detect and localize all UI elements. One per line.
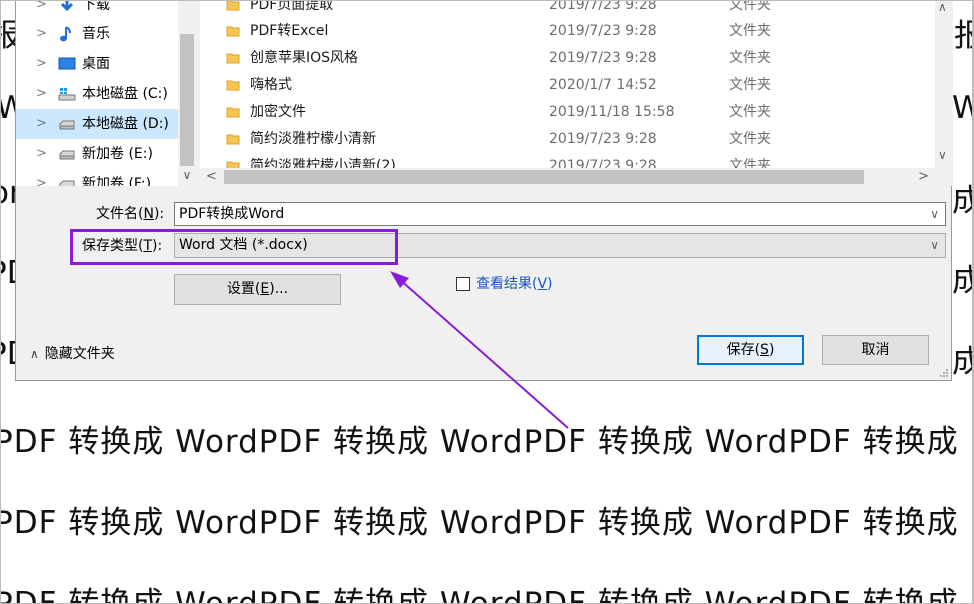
chevron-up-icon[interactable]: ∧ — [938, 0, 947, 14]
chevron-right-icon[interactable]: > — [36, 109, 47, 139]
file-date: 2019/7/23 9:28 — [549, 131, 657, 147]
file-name: 创意苹果IOS风格 — [250, 50, 359, 66]
nav-scrollbar-thumb[interactable] — [180, 34, 194, 166]
chevron-down-icon[interactable]: ∨ — [930, 234, 939, 257]
file-list-horizontal-scrollbar[interactable]: < > — [200, 168, 953, 186]
list-item[interactable]: 加密文件 2019/11/18 15:58 文件夹 — [200, 99, 930, 126]
bg-text-line: PDF 转换成 WordPDF 转换成 WordPDF 转换成 WordPDF … — [0, 424, 959, 460]
list-item[interactable]: PDF页面提取 2019/7/23 9:28 文件夹 — [200, 0, 930, 19]
system-drive-icon — [58, 88, 76, 101]
file-date: 2019/7/23 9:28 — [549, 0, 657, 13]
drive-icon — [59, 180, 75, 186]
file-name: 加密文件 — [250, 104, 306, 120]
file-name: 简约淡雅柠檬小清新 — [250, 131, 376, 147]
bg-fragment: W — [952, 90, 974, 126]
bg-fragment: 成 — [952, 183, 974, 219]
drive-icon — [59, 150, 75, 160]
nav-item-label: 下载 — [82, 0, 110, 13]
desktop-icon — [58, 57, 76, 70]
drive-icon — [59, 120, 75, 130]
chevron-down-icon[interactable]: ∨ — [930, 203, 939, 225]
nav-item-drive-e[interactable]: > 新加卷 (E:) — [16, 139, 178, 169]
nav-item-drive-c[interactable]: > 本地磁盘 (C:) — [16, 79, 178, 109]
download-icon — [60, 0, 74, 12]
nav-item-label: 音乐 — [82, 26, 110, 42]
list-item[interactable]: 创意苹果IOS风格 2019/7/23 9:28 文件夹 — [200, 45, 930, 72]
file-name: PDF页面提取 — [250, 0, 334, 13]
nav-item-label: 新加卷 (F:) — [82, 176, 152, 186]
settings-button[interactable]: 设置(E)... — [174, 274, 341, 305]
nav-item-label: 桌面 — [82, 56, 110, 72]
bg-fragment: 成 — [952, 344, 974, 380]
view-result-label[interactable]: 查看结果(V) — [476, 274, 553, 294]
file-name: 嗨格式 — [250, 77, 292, 93]
folder-icon — [226, 53, 240, 64]
music-icon — [60, 26, 71, 42]
nav-scrollbar[interactable]: ∨ — [178, 0, 196, 186]
bg-text-line: PDF 转换成 WordPDF 转换成 WordPDF 转换成 WordPDF … — [0, 586, 959, 604]
filename-value: PDF转换成Word — [179, 206, 285, 222]
folder-icon — [226, 107, 240, 118]
file-date: 2020/1/7 14:52 — [549, 77, 657, 93]
chevron-left-icon[interactable]: < — [206, 169, 217, 184]
list-item[interactable]: PDF转Excel 2019/7/23 9:28 文件夹 — [200, 18, 930, 45]
nav-item-downloads[interactable]: > 下载 — [16, 0, 178, 20]
file-type: 文件夹 — [729, 104, 771, 120]
folder-icon — [226, 80, 240, 91]
folder-icon — [226, 0, 240, 11]
file-list-pane: PDF页面提取 2019/7/23 9:28 文件夹 PDF转Excel 201… — [200, 0, 953, 186]
file-type: 文件夹 — [729, 23, 771, 39]
nav-item-desktop[interactable]: > 桌面 — [16, 49, 178, 79]
save-as-dialog: > 下载 > 音乐 > 桌面 > 本地磁盘 (C:) > 本地磁盘 (D:) >… — [15, 0, 953, 381]
file-type: 文件夹 — [729, 131, 771, 147]
navigation-pane: > 下载 > 音乐 > 桌面 > 本地磁盘 (C:) > 本地磁盘 (D:) >… — [16, 0, 196, 186]
chevron-up-icon: ∧ — [30, 347, 39, 361]
chevron-down-icon[interactable]: ∨ — [938, 148, 947, 162]
nav-item-drive-f[interactable]: > 新加卷 (F:) — [16, 169, 178, 186]
hide-folders-toggle[interactable]: ∧ 隐藏文件夹 — [30, 344, 115, 364]
folder-icon — [226, 26, 240, 37]
file-date: 2019/11/18 15:58 — [549, 104, 675, 120]
chevron-right-icon[interactable]: > — [36, 79, 47, 109]
bg-text-line: PDF 转换成 WordPDF 转换成 WordPDF 转换成 WordPDF … — [0, 505, 959, 541]
chevron-right-icon[interactable]: > — [918, 169, 929, 184]
file-date: 2019/7/23 9:28 — [549, 23, 657, 39]
file-list-vertical-scrollbar[interactable]: ∧ ∨ — [935, 0, 953, 168]
file-type: 文件夹 — [729, 0, 771, 13]
file-date: 2019/7/23 9:28 — [549, 50, 657, 66]
file-type: 文件夹 — [729, 50, 771, 66]
bg-fragment: 报 — [954, 18, 974, 54]
annotation-highlight-box — [70, 229, 398, 265]
nav-item-music[interactable]: > 音乐 — [16, 19, 178, 49]
filename-input[interactable]: PDF转换成Word ∨ — [174, 202, 946, 226]
list-item[interactable]: 嗨格式 2020/1/7 14:52 文件夹 — [200, 72, 930, 99]
file-name: PDF转Excel — [250, 23, 329, 39]
nav-item-label: 本地磁盘 (D:) — [82, 116, 169, 132]
list-item[interactable]: 简约淡雅柠檬小清新 2019/7/23 9:28 文件夹 — [200, 126, 930, 153]
bg-fragment: 成 — [952, 263, 974, 299]
nav-item-drive-d[interactable]: > 本地磁盘 (D:) — [16, 109, 178, 139]
chevron-right-icon[interactable]: > — [36, 49, 47, 79]
hide-folders-label: 隐藏文件夹 — [44, 346, 115, 362]
cancel-button[interactable]: 取消 — [822, 335, 929, 365]
chevron-right-icon[interactable]: > — [36, 0, 47, 20]
view-result-checkbox[interactable] — [456, 277, 470, 291]
file-type: 文件夹 — [729, 77, 771, 93]
chevron-right-icon[interactable]: > — [36, 19, 47, 49]
resize-grip-icon[interactable] — [939, 368, 949, 378]
save-button[interactable]: 保存(S) — [697, 335, 804, 365]
folder-icon — [226, 134, 240, 145]
nav-item-label: 新加卷 (E:) — [82, 146, 153, 162]
filename-label: 文件名(N): — [96, 206, 165, 222]
chevron-right-icon[interactable]: > — [36, 169, 47, 186]
chevron-down-icon[interactable]: ∨ — [181, 168, 193, 182]
chevron-right-icon[interactable]: > — [36, 139, 47, 169]
nav-item-label: 本地磁盘 (C:) — [82, 86, 168, 102]
horizontal-scrollbar-thumb[interactable] — [224, 170, 864, 184]
